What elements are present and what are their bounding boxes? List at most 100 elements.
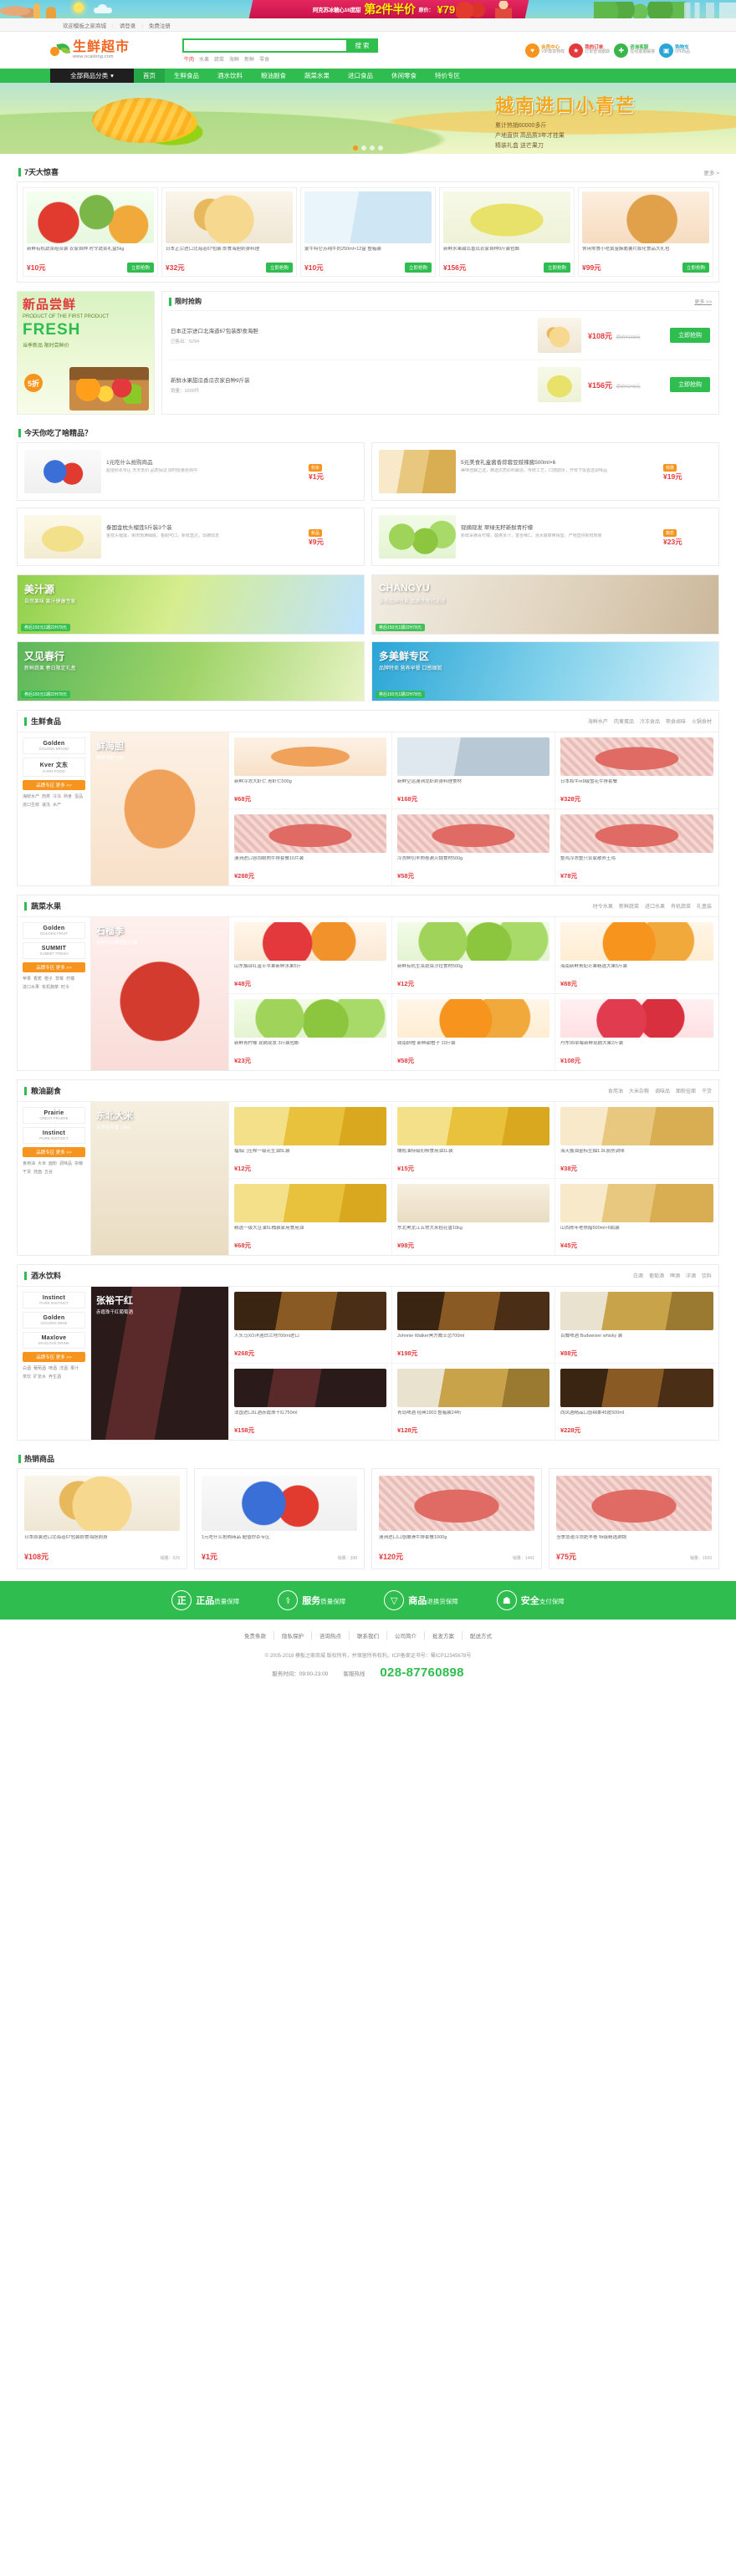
product-card[interactable]: 整鸡冷冻整只农家散养土鸡 ¥78元 [555, 809, 718, 885]
category-tag[interactable]: 进口生鲜 [23, 802, 39, 808]
product-card[interactable]: 新鲜有机蔬菜组合装 农家自种 时令蔬菜礼盒5kg ¥10元 立即抢购 [23, 187, 158, 277]
product-card[interactable]: 西凤酒精品口感绵柔45度500ml ¥228元 [555, 1364, 718, 1440]
category-tag[interactable]: 苹果 [23, 976, 31, 982]
footer-link-about[interactable]: 公司简介 [387, 1631, 425, 1640]
hot-keyword-1[interactable]: 水果 [199, 55, 209, 63]
product-card[interactable]: 海南新鲜贵妃芒果精选大果5斤装 ¥88元 [555, 917, 718, 994]
buy-now-button[interactable]: 立即抢购 [682, 263, 709, 273]
category-hero-image[interactable]: 石榴季 新鲜突尼斯软籽石榴 [91, 917, 229, 1070]
promo-banner[interactable]: 多美鲜专区 品牌特卖 营养早餐 口感细腻 券后150元1期22H78元 [371, 641, 719, 701]
login-link[interactable]: 请登录 [120, 21, 136, 29]
nav-item-grain-oil[interactable]: 粮油副食 [252, 69, 295, 83]
category-tag[interactable]: 冷冻 [53, 793, 61, 799]
nav-item-home[interactable]: 首页 [134, 69, 165, 83]
category-tag[interactable]: 面粉 [49, 1160, 57, 1166]
category-link[interactable]: 洋酒 [686, 1272, 696, 1279]
category-tag[interactable]: 挂面 [33, 1169, 42, 1175]
category-link[interactable]: 葡萄酒 [649, 1272, 664, 1279]
category-tag[interactable]: 肉类 [42, 793, 50, 799]
category-tag[interactable]: 熟食 [64, 793, 72, 799]
brand-card[interactable]: Golden GOLDEN WINE [23, 1312, 85, 1329]
product-card[interactable]: 赣南脐橙 新鲜甜橙子 10斤装 ¥58元 [392, 994, 555, 1070]
category-link[interactable]: 大米杂粮 [629, 1087, 649, 1094]
all-categories-button[interactable]: 全部商品分类 ▾ [50, 69, 134, 83]
product-card[interactable]: 日本正宗进口北海道67包装 即食海胆刺身料理 ¥32元 立即抢购 [161, 187, 297, 277]
category-tag[interactable]: 香蕉 [33, 976, 42, 982]
hot-keyword-5[interactable]: 零食 [259, 55, 269, 63]
brand-more-button[interactable]: 品牌专区 更多 >> [23, 780, 85, 790]
cart-entry[interactable]: ▣ 购物车 0件商品 [659, 43, 690, 58]
nav-item-vegetables-fruit[interactable]: 蔬菜水果 [295, 69, 339, 83]
pick-card[interactable]: 现摘现发 翠绿无籽新鲜青柠檬 新鲜采摘青柠檬，酸爽多汁，富含维C，泡水做菜两相宜… [371, 508, 719, 566]
product-card[interactable]: 冷冻鲜切羊肉卷涮火锅食材500g ¥58元 [392, 809, 555, 885]
product-card[interactable]: 澳洲进口谷饲眼肉牛排套餐10片装 ¥288元 [229, 809, 392, 885]
my-orders-entry[interactable]: ★ 我的订单 订单查询跟踪 [569, 43, 610, 58]
category-link[interactable]: 冷冻食品 [640, 717, 660, 725]
category-tag[interactable]: 大米 [38, 1160, 46, 1166]
search-button[interactable]: 搜 索 [346, 38, 378, 53]
product-card[interactable]: 人头马XO洋酒白兰地700ml进口 ¥268元 [229, 1287, 392, 1364]
category-tag[interactable]: 洋酒 [59, 1365, 68, 1371]
brand-card[interactable]: Golden GOLDEN BRAND [23, 737, 85, 754]
category-tag[interactable]: 调味品 [59, 1160, 72, 1166]
product-card[interactable]: Johnnie Walker黑方威士忌700ml ¥198元 [392, 1287, 555, 1364]
category-link[interactable]: 时令水果 [593, 902, 613, 910]
category-link[interactable]: 干货 [702, 1087, 712, 1094]
category-tag[interactable]: 进口水果 [23, 984, 39, 990]
new-arrival-promo[interactable]: 新品尝鲜 PRODUCT OF THE FIRST PRODUCT FRESH … [17, 291, 155, 415]
footer-link-disclaimer[interactable]: 免责条款 [237, 1631, 274, 1640]
brand-more-button[interactable]: 品牌专区 更多 >> [23, 1352, 85, 1362]
product-card[interactable]: 日本原装进口北海道67包装即食海胆刺身 ¥108元 销量：529 [17, 1468, 187, 1569]
category-tag[interactable]: 养生酒 [49, 1374, 61, 1380]
carousel-dot-1[interactable] [361, 145, 366, 150]
product-card[interactable]: 精选一级大豆油5L桶装家用食用油 ¥68元 [229, 1179, 392, 1255]
flash-sale-more-link[interactable]: 更多 >> [694, 298, 712, 305]
product-card[interactable]: 澳洲进口口感嫩滑牛排套餐1000g ¥120元 销量：1441 [371, 1468, 542, 1569]
category-tag[interactable]: 矿泉水 [33, 1374, 46, 1380]
pick-card[interactable]: 泰国金枕头榴莲5斤装3个装 金枕头榴莲，果肉饱满细腻，香甜可口，新鲜直达，现摘现… [17, 508, 365, 566]
category-link[interactable]: 有机蔬菜 [671, 902, 691, 910]
category-link[interactable]: 食用油 [608, 1087, 623, 1094]
product-card[interactable]: 橄榄油特级初榨食用油1L装 ¥15元 [392, 1102, 555, 1179]
buy-now-button[interactable]: 立即抢购 [543, 263, 570, 273]
category-tag[interactable]: 葡萄酒 [33, 1365, 46, 1371]
flash-sale-row[interactable]: 新鲜水果甜瓜香瓜农家自种9斤装 销量：1000件 ¥156元 原价¥248元 立… [169, 360, 712, 409]
category-link[interactable]: 进口水果 [645, 902, 665, 910]
footer-link-privacy[interactable]: 隐私保护 [274, 1631, 312, 1640]
site-logo[interactable]: 生鲜超市 www.ocailong.com [50, 40, 176, 60]
brand-card[interactable]: SUMMIT SUMMIT FRESH [23, 942, 85, 959]
product-card[interactable]: 丹东99草莓新鲜现摘大果2斤装 ¥108元 [555, 994, 718, 1070]
search-input[interactable] [182, 38, 346, 53]
category-link[interactable]: 调味品 [655, 1087, 670, 1094]
category-tag[interactable]: 五谷 [44, 1169, 53, 1175]
brand-card[interactable]: Instinct PURE INSTINCT [23, 1127, 85, 1144]
category-tag[interactable]: 时令 [61, 984, 69, 990]
member-center-entry[interactable]: ♥ 会员中心 VIP尊享特权 [525, 43, 565, 58]
brand-more-button[interactable]: 品牌专区 更多 >> [23, 1147, 85, 1157]
buy-now-button[interactable]: 立即抢购 [670, 377, 710, 392]
category-link[interactable]: 海鲜水产 [588, 717, 608, 725]
category-tag[interactable]: 水产 [53, 802, 61, 808]
category-hero-image[interactable]: 东北大米 五常稻花香 10kg [91, 1102, 229, 1255]
buy-now-button[interactable]: 立即抢购 [404, 263, 432, 273]
product-card[interactable]: 法国进口红酒赤霞珠干红750ml ¥158元 [229, 1364, 392, 1440]
category-tag[interactable]: 有机蔬菜 [42, 984, 59, 990]
footer-link-shipping[interactable]: 配送方式 [463, 1631, 499, 1640]
product-card[interactable]: 青岛啤酒 经典1903 整箱装24听 ¥128元 [392, 1364, 555, 1440]
category-tag[interactable]: 草莓 [55, 976, 64, 982]
hot-keyword-0[interactable]: 牛肉 [184, 55, 194, 63]
promo-banner[interactable]: 美汁源 自然果味 果汁健康专家 券后150元1期22H78元 [17, 574, 365, 635]
footer-link-contact[interactable]: 联系我们 [350, 1631, 387, 1640]
product-card[interactable]: 新鲜冷冻大虾仁 青虾仁500g ¥68元 [229, 732, 392, 809]
product-card[interactable]: 新鲜有机生菜蔬菜沙拉食材500g ¥12元 [392, 917, 555, 994]
product-card[interactable]: 当季急速冷冻肥羊卷 特级精选涮锅 ¥75元 销量：1699 [549, 1468, 719, 1569]
category-link[interactable]: 面粉挂面 [676, 1087, 696, 1094]
pick-card[interactable]: 5元美食礼盒酱香蒜蓉豆豉辣酱500ml×6 美味佳酿之选，精选优质原料酿造，传统… [371, 442, 719, 501]
product-card[interactable]: 1元吃什么抢购商品 超值秒杀专区 ¥1元 销量：398 [194, 1468, 365, 1569]
nav-item-imported[interactable]: 进口食品 [339, 69, 382, 83]
category-link[interactable]: 啤酒 [670, 1272, 680, 1279]
category-link[interactable]: 火锅食材 [692, 717, 712, 725]
flash-sale-row[interactable]: 日本正宗进口北海道67包装即食海胆 已售出：5294 ¥108元 原价¥168元… [169, 311, 712, 360]
category-hero-image[interactable]: 张裕干红 赤霞珠干红葡萄酒 [91, 1287, 229, 1440]
brand-card[interactable]: Kver 文东 KVER FOOD [23, 757, 85, 777]
